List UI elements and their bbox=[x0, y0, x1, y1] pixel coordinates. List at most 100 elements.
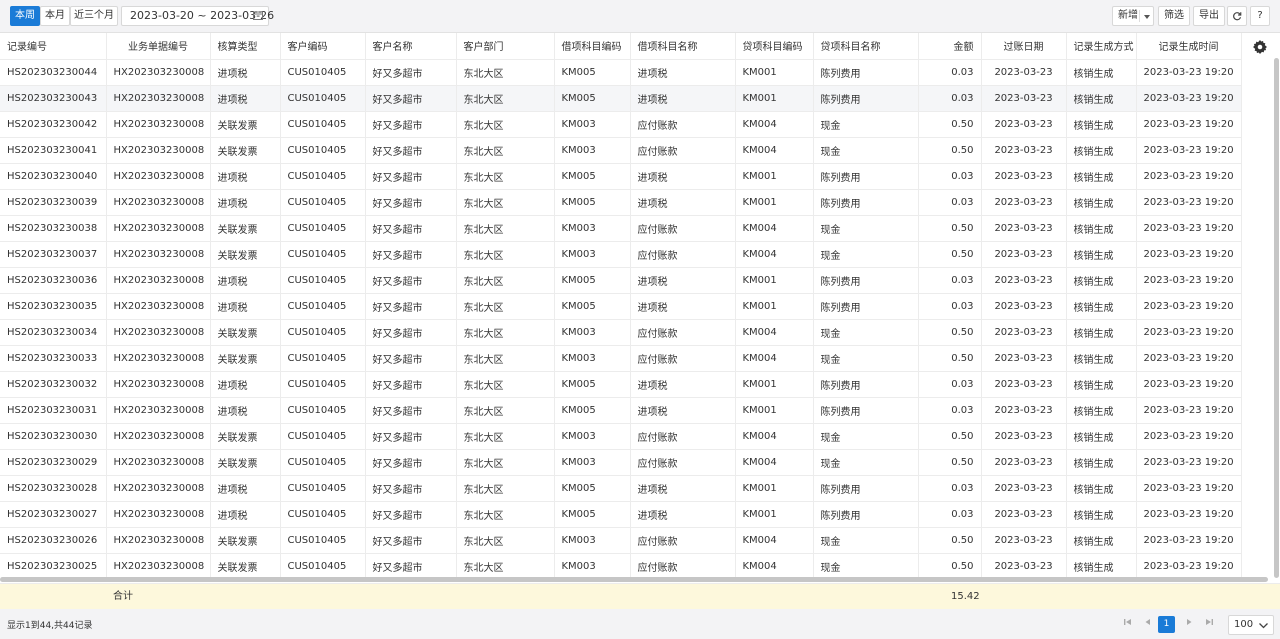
records-grid: 记录编号 业务单据编号 核算类型 客户编码 客户名称 客户部门 借项科目编码 借… bbox=[0, 33, 1242, 580]
last-page-button[interactable] bbox=[1200, 616, 1217, 633]
cell-credit-account-code: KM001 bbox=[735, 475, 814, 502]
table-row[interactable]: HS202303230029 HX202303230008 关联发票 CUS01040… bbox=[0, 449, 1242, 476]
col-credit-account-name[interactable]: 贷项科目名称 bbox=[813, 33, 919, 60]
table-row[interactable]: HS202303230034 HX202303230008 关联发票 CUS01040… bbox=[0, 319, 1242, 346]
cell-generation-time: 2023-03-23 19:20 bbox=[1136, 371, 1242, 398]
col-posting-date[interactable]: 过账日期 bbox=[981, 33, 1067, 60]
cell-accounting-type: 进项税 bbox=[210, 293, 281, 320]
cell-generation-method: 核销生成 bbox=[1066, 267, 1137, 294]
table-row[interactable]: HS202303230036 HX202303230008 进项税 CUS010405… bbox=[0, 267, 1242, 294]
cell-debit-account-name: 应付账款 bbox=[630, 345, 736, 372]
add-button[interactable]: 新增 bbox=[1112, 6, 1154, 26]
col-amount[interactable]: 金额 bbox=[918, 33, 982, 60]
cell-amount: 0.03 bbox=[918, 85, 982, 112]
refresh-button[interactable] bbox=[1227, 6, 1247, 26]
table-row[interactable]: HS202303230044 HX202303230008 进项税 CUS010405… bbox=[0, 59, 1242, 86]
table-row[interactable]: HS202303230027 HX202303230008 进项税 CUS010405… bbox=[0, 501, 1242, 528]
chevron-down-icon[interactable] bbox=[1144, 15, 1150, 19]
col-accounting-type[interactable]: 核算类型 bbox=[210, 33, 281, 60]
cell-debit-account-code: KM005 bbox=[554, 163, 631, 190]
current-page-button[interactable]: 1 bbox=[1158, 616, 1175, 633]
table-row[interactable]: HS202303230042 HX202303230008 关联发票 CUS01040… bbox=[0, 111, 1242, 138]
export-button[interactable]: 导出 bbox=[1193, 6, 1225, 26]
cell-debit-account-name: 进项税 bbox=[630, 397, 736, 424]
cell-debit-account-code: KM003 bbox=[554, 241, 631, 268]
cell-credit-account-code: KM001 bbox=[735, 163, 814, 190]
cell-business-doc-id: HX202303230008 bbox=[106, 319, 211, 346]
cell-amount: 0.03 bbox=[918, 501, 982, 528]
cell-customer-department: 东北大区 bbox=[456, 189, 555, 216]
range-tab-last-three-months[interactable]: 近三个月 bbox=[70, 6, 118, 26]
cell-customer-department: 东北大区 bbox=[456, 423, 555, 450]
cell-generation-time: 2023-03-23 19:20 bbox=[1136, 241, 1242, 268]
refresh-icon bbox=[1233, 12, 1242, 21]
col-customer-code[interactable]: 客户编码 bbox=[280, 33, 366, 60]
table-row[interactable]: HS202303230043 HX202303230008 进项税 CUS010405… bbox=[0, 85, 1242, 112]
cell-business-doc-id: HX202303230008 bbox=[106, 137, 211, 164]
help-button[interactable]: ? bbox=[1250, 6, 1270, 26]
records-table: 记录编号 业务单据编号 核算类型 客户编码 客户名称 客户部门 借项科目编码 借… bbox=[0, 32, 1280, 584]
cell-debit-account-name: 应付账款 bbox=[630, 319, 736, 346]
table-row[interactable]: HS202303230037 HX202303230008 关联发票 CUS01040… bbox=[0, 241, 1242, 268]
cell-credit-account-name: 现金 bbox=[813, 553, 919, 580]
table-row[interactable]: HS202303230026 HX202303230008 关联发票 CUS01040… bbox=[0, 527, 1242, 554]
col-record-id[interactable]: 记录编号 bbox=[0, 33, 107, 60]
table-row[interactable]: HS202303230030 HX202303230008 关联发票 CUS01040… bbox=[0, 423, 1242, 450]
cell-customer-code: CUS010405 bbox=[280, 423, 366, 450]
cell-record-id: HS202303230040 bbox=[0, 163, 107, 190]
gear-icon[interactable] bbox=[1253, 40, 1267, 54]
cell-business-doc-id: HX202303230008 bbox=[106, 397, 211, 424]
table-row[interactable]: HS202303230031 HX202303230008 进项税 CUS010405… bbox=[0, 397, 1242, 424]
table-row[interactable]: HS202303230028 HX202303230008 进项税 CUS010405… bbox=[0, 475, 1242, 502]
cell-accounting-type: 关联发票 bbox=[210, 215, 281, 242]
page-size-select[interactable]: 100 bbox=[1228, 615, 1274, 635]
cell-generation-time: 2023-03-23 19:20 bbox=[1136, 215, 1242, 242]
cell-generation-method: 核销生成 bbox=[1066, 215, 1137, 242]
cell-generation-time: 2023-03-23 19:20 bbox=[1136, 475, 1242, 502]
cell-debit-account-name: 应付账款 bbox=[630, 215, 736, 242]
col-generation-time[interactable]: 记录生成时间 bbox=[1136, 33, 1242, 60]
cell-debit-account-name: 进项税 bbox=[630, 293, 736, 320]
col-customer-name[interactable]: 客户名称 bbox=[365, 33, 457, 60]
filter-button[interactable]: 筛选 bbox=[1158, 6, 1190, 26]
cell-record-id: HS202303230028 bbox=[0, 475, 107, 502]
table-row[interactable]: HS202303230032 HX202303230008 进项税 CUS010405… bbox=[0, 371, 1242, 398]
first-page-button[interactable] bbox=[1119, 616, 1136, 633]
table-row[interactable]: HS202303230025 HX202303230008 关联发票 CUS01040… bbox=[0, 553, 1242, 580]
col-debit-account-name[interactable]: 借项科目名称 bbox=[630, 33, 736, 60]
cell-customer-name: 好又多超市 bbox=[365, 293, 457, 320]
cell-business-doc-id: HX202303230008 bbox=[106, 449, 211, 476]
cell-customer-department: 东北大区 bbox=[456, 293, 555, 320]
next-page-button[interactable] bbox=[1180, 616, 1197, 633]
table-row[interactable]: HS202303230038 HX202303230008 关联发票 CUS01040… bbox=[0, 215, 1242, 242]
cell-generation-method: 核销生成 bbox=[1066, 475, 1137, 502]
date-range-picker[interactable]: 2023-03-20 ~ 2023-03-26 bbox=[121, 6, 274, 26]
col-customer-department[interactable]: 客户部门 bbox=[456, 33, 555, 60]
cell-business-doc-id: HX202303230008 bbox=[106, 163, 211, 190]
cell-generation-time: 2023-03-23 19:20 bbox=[1136, 85, 1242, 112]
horizontal-scrollbar[interactable] bbox=[0, 577, 1268, 582]
add-button-divider bbox=[1139, 10, 1140, 22]
summary-amount-total: 15.42 bbox=[951, 591, 980, 602]
col-credit-account-code[interactable]: 贷项科目编码 bbox=[735, 33, 814, 60]
col-generation-method[interactable]: 记录生成方式 bbox=[1066, 33, 1137, 60]
table-row[interactable]: HS202303230039 HX202303230008 进项税 CUS010405… bbox=[0, 189, 1242, 216]
prev-page-button[interactable] bbox=[1139, 616, 1156, 633]
range-tab-this-week[interactable]: 本周 bbox=[10, 6, 40, 26]
cell-credit-account-code: KM001 bbox=[735, 501, 814, 528]
cell-accounting-type: 关联发票 bbox=[210, 137, 281, 164]
vertical-scrollbar[interactable] bbox=[1274, 58, 1279, 578]
table-row[interactable]: HS202303230040 HX202303230008 进项税 CUS010405… bbox=[0, 163, 1242, 190]
col-business-doc-id[interactable]: 业务单据编号 bbox=[106, 33, 211, 60]
cell-customer-department: 东北大区 bbox=[456, 449, 555, 476]
cell-credit-account-name: 现金 bbox=[813, 449, 919, 476]
cell-amount: 0.50 bbox=[918, 345, 982, 372]
col-debit-account-code[interactable]: 借项科目编码 bbox=[554, 33, 631, 60]
table-row[interactable]: HS202303230033 HX202303230008 关联发票 CUS01040… bbox=[0, 345, 1242, 372]
table-row[interactable]: HS202303230041 HX202303230008 关联发票 CUS01040… bbox=[0, 137, 1242, 164]
cell-customer-department: 东北大区 bbox=[456, 553, 555, 580]
range-tab-this-month[interactable]: 本月 bbox=[40, 6, 70, 26]
cell-posting-date: 2023-03-23 bbox=[981, 345, 1067, 372]
table-row[interactable]: HS202303230035 HX202303230008 进项税 CUS010405… bbox=[0, 293, 1242, 320]
cell-customer-code: CUS010405 bbox=[280, 319, 366, 346]
